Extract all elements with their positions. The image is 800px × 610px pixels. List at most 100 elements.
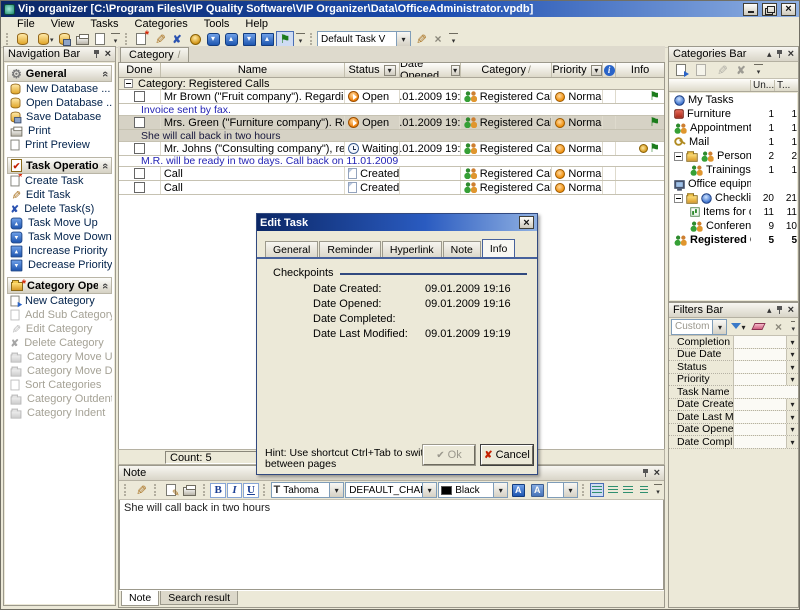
category-tree-item-mail[interactable]: Mail11 xyxy=(670,135,797,149)
filter-dropdown-button[interactable] xyxy=(591,65,603,76)
align-right-button[interactable] xyxy=(621,483,636,497)
done-checkbox[interactable] xyxy=(134,91,145,102)
table-row[interactable]: Mr Brown ("Fruit company"). Regarding re… xyxy=(119,90,664,104)
toolbar-overflow-button[interactable] xyxy=(754,64,763,76)
category-tree-item-trainings[interactable]: Trainings11 xyxy=(670,163,797,177)
table-row[interactable]: Mr. Johns ("Consulting company"), regard… xyxy=(119,142,664,156)
create-task-button[interactable] xyxy=(132,31,150,47)
pin-icon[interactable] xyxy=(642,468,650,478)
table-row[interactable]: Call Created Registered Calls Normal xyxy=(119,167,664,181)
nav-section-general[interactable]: General xyxy=(7,65,112,82)
filter-value[interactable] xyxy=(733,361,786,373)
chevron-down-icon[interactable] xyxy=(786,361,798,373)
edit-note-button[interactable] xyxy=(162,482,180,498)
done-checkbox[interactable] xyxy=(134,117,145,128)
edit-view-button[interactable] xyxy=(411,31,429,47)
chevron-down-icon[interactable] xyxy=(712,320,726,334)
nav-item-task-move-up[interactable]: Task Move Up xyxy=(7,216,112,230)
pin-icon[interactable] xyxy=(93,49,101,59)
collapse-icon[interactable] xyxy=(767,304,772,316)
collapse-chevron-icon[interactable] xyxy=(102,160,108,172)
nav-item-create-task[interactable]: Create Task xyxy=(7,174,112,188)
nav-item-sort-categories[interactable]: Sort Categories xyxy=(7,378,112,392)
filter-value[interactable] xyxy=(733,336,786,348)
dialog-close-button[interactable] xyxy=(519,216,534,229)
nav-item-category-move-up[interactable]: Category Move Up xyxy=(7,350,112,364)
toolbar-grip[interactable] xyxy=(154,484,158,496)
pin-icon[interactable] xyxy=(776,305,784,315)
edit-category-button[interactable] xyxy=(712,62,730,78)
filter-dropdown-button[interactable] xyxy=(451,65,460,76)
nav-item-print[interactable]: Print xyxy=(7,124,112,138)
save-database-button[interactable] xyxy=(55,31,73,47)
filter-value[interactable] xyxy=(733,386,798,398)
category-tree-item-office-equipment[interactable]: Office equipment xyxy=(670,177,797,191)
chevron-down-icon[interactable] xyxy=(329,483,343,497)
align-left-button[interactable] xyxy=(590,483,605,497)
tab-hyperlink[interactable]: Hyperlink xyxy=(382,241,442,257)
nav-item-new-category[interactable]: New Category xyxy=(7,294,112,308)
chevron-down-icon[interactable] xyxy=(786,336,798,348)
chevron-down-icon[interactable] xyxy=(786,399,798,411)
nav-item-edit-category[interactable]: Edit Category xyxy=(7,322,112,336)
chevron-down-icon[interactable] xyxy=(563,483,577,497)
note-text-area[interactable]: She will call back in two hours xyxy=(119,500,664,590)
done-checkbox[interactable] xyxy=(134,143,145,154)
category-tree-item-my-tasks[interactable]: My Tasks xyxy=(670,93,797,107)
toolbar-overflow-button[interactable] xyxy=(111,33,120,45)
print-note-button[interactable] xyxy=(181,482,199,498)
filter-value[interactable] xyxy=(733,374,786,386)
nav-item-category-move-down[interactable]: Category Move Down xyxy=(7,364,112,378)
nav-item-decrease-priority[interactable]: Decrease Priority xyxy=(7,258,112,272)
group-row[interactable]: Category: Registered Calls xyxy=(119,78,664,90)
tab-search-result[interactable]: Search result xyxy=(160,591,238,605)
close-icon[interactable] xyxy=(105,48,111,60)
close-button[interactable] xyxy=(781,3,796,16)
category-tree-item-registered-calls[interactable]: Registered Calls55 xyxy=(670,233,797,247)
task-note-row[interactable]: M.R. will be ready in two days. Call bac… xyxy=(119,156,664,167)
complete-task-button[interactable] xyxy=(186,31,204,47)
toolbar-overflow-button[interactable] xyxy=(449,33,458,45)
delete-view-button[interactable] xyxy=(429,31,447,47)
filter-value[interactable] xyxy=(733,436,786,448)
chevron-down-icon[interactable] xyxy=(786,349,798,361)
filter-row-task-name[interactable]: Task Name xyxy=(669,386,798,399)
shrink-font-button[interactable] xyxy=(528,482,546,498)
done-checkbox[interactable] xyxy=(134,168,145,179)
filter-row-date-created[interactable]: Date Created xyxy=(669,399,798,412)
nav-item-delete-category[interactable]: Delete Category xyxy=(7,336,112,350)
filter-row-date-opened[interactable]: Date Opened xyxy=(669,424,798,437)
grouping-tab-category[interactable]: Category xyxy=(120,47,189,62)
bullet-list-button[interactable] xyxy=(636,483,651,497)
column-header-done[interactable]: Done xyxy=(119,63,161,77)
filter-row-completion[interactable]: Completion xyxy=(669,336,798,349)
delete-task-button[interactable] xyxy=(168,31,186,47)
collapse-icon[interactable] xyxy=(674,152,683,161)
toolbar-overflow-button[interactable] xyxy=(654,484,662,496)
chevron-down-icon[interactable] xyxy=(786,411,798,423)
font-color-combo[interactable]: Black xyxy=(438,482,508,498)
category-tree-item-appointments[interactable]: Appointments11 xyxy=(670,121,797,135)
category-tree-item-conference[interactable]: Conference marke910 xyxy=(670,219,797,233)
column-header-total[interactable]: T... xyxy=(774,80,798,91)
tab-general[interactable]: General xyxy=(265,241,318,257)
nav-item-increase-priority[interactable]: Increase Priority xyxy=(7,244,112,258)
toolbar-overflow-button[interactable] xyxy=(791,321,795,333)
table-row[interactable]: Call Created Registered Calls Normal xyxy=(119,181,664,195)
toolbar-grip[interactable] xyxy=(124,484,128,496)
collapse-chevron-icon[interactable] xyxy=(102,280,108,292)
nav-item-delete-task[interactable]: Delete Task(s) xyxy=(7,202,112,216)
ok-button[interactable]: Ok xyxy=(423,445,475,465)
chevron-down-icon[interactable] xyxy=(786,424,798,436)
tab-note[interactable]: Note xyxy=(443,241,481,257)
window-titlebar[interactable]: Vip organizer [C:\Program Files\VIP Qual… xyxy=(1,1,799,17)
dialog-titlebar[interactable]: Edit Task xyxy=(257,214,537,231)
delete-category-button[interactable] xyxy=(732,62,750,78)
align-center-button[interactable] xyxy=(605,483,620,497)
menu-view[interactable]: View xyxy=(43,17,83,31)
done-checkbox[interactable] xyxy=(134,182,145,193)
italic-button[interactable] xyxy=(227,483,242,498)
nav-item-edit-task[interactable]: Edit Task xyxy=(7,188,112,202)
bold-button[interactable] xyxy=(210,483,225,498)
toolbar-grip[interactable] xyxy=(203,484,207,496)
